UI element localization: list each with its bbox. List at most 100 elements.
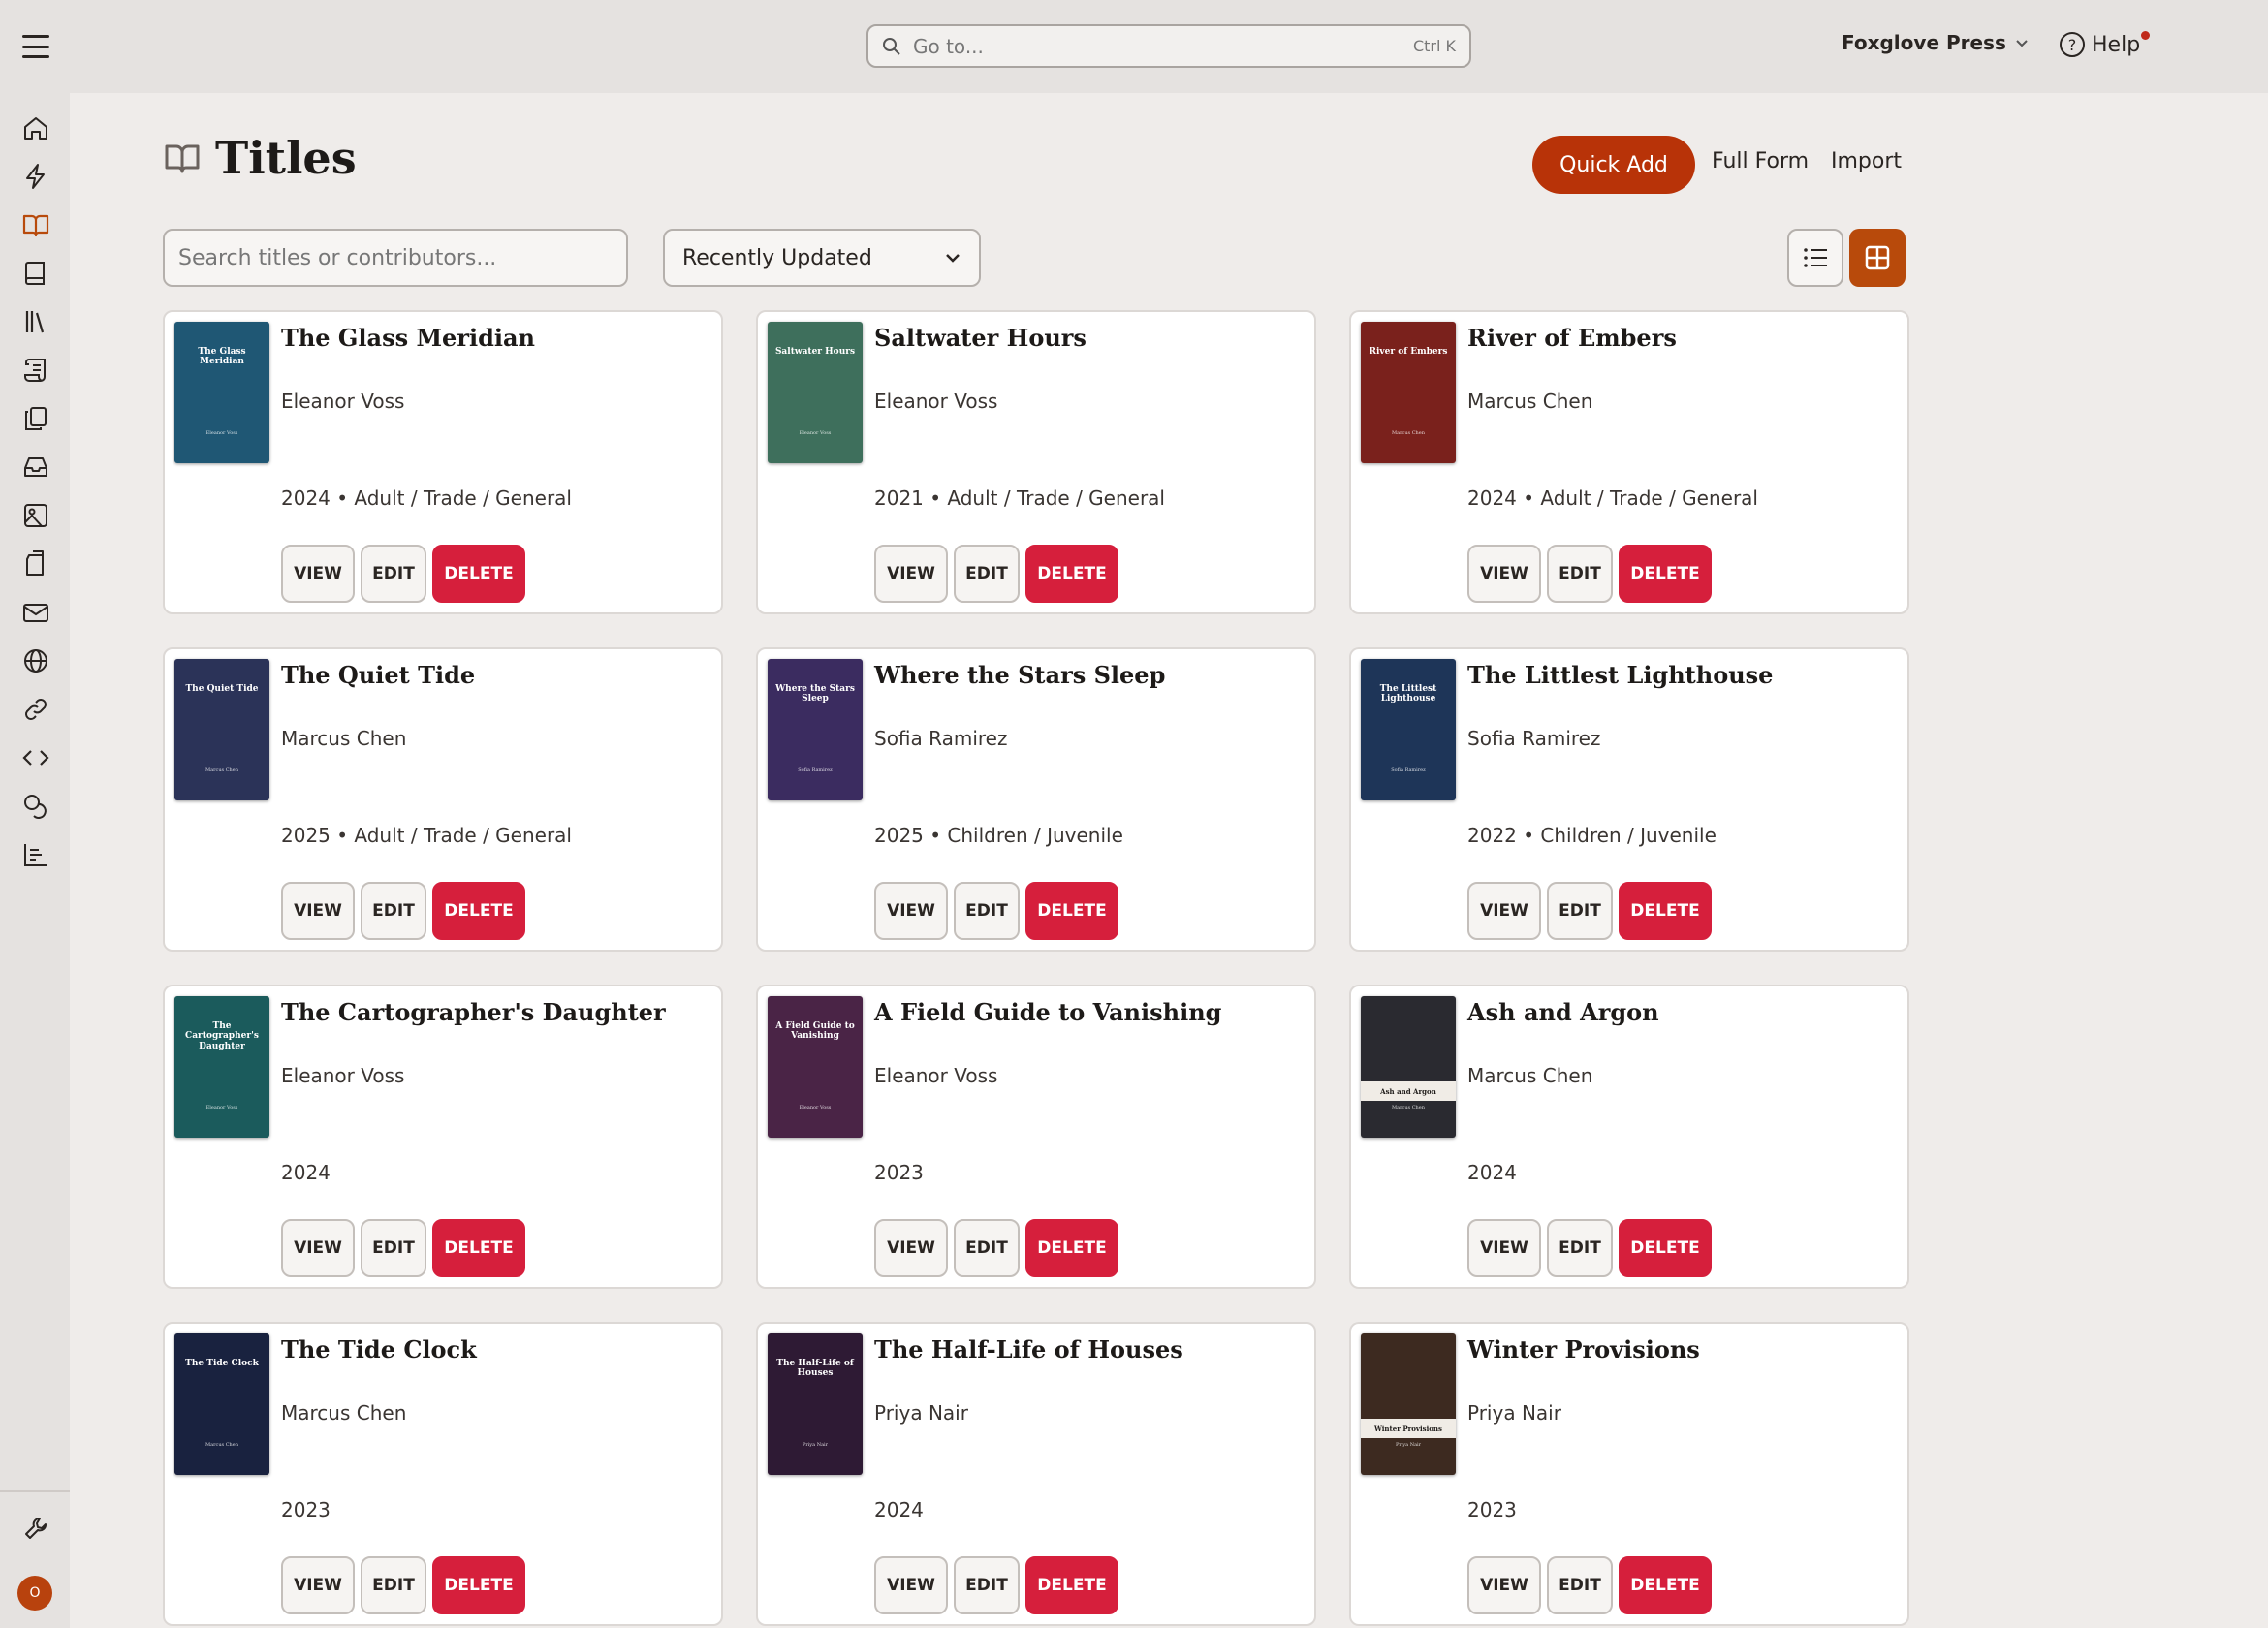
book-cover[interactable]: The Quiet Tide Marcus Chen: [174, 659, 269, 800]
org-switcher[interactable]: Foxglove Press: [1842, 31, 2030, 54]
sidebar: O: [0, 93, 70, 1628]
edit-button[interactable]: EDIT: [954, 1219, 1020, 1277]
card-title[interactable]: The Half-Life of Houses: [874, 1335, 1183, 1363]
card-title[interactable]: Winter Provisions: [1467, 1335, 1700, 1363]
view-button[interactable]: VIEW: [281, 1219, 355, 1277]
export-icon[interactable]: [21, 549, 50, 579]
delete-button[interactable]: DELETE: [1025, 882, 1118, 940]
book-cover[interactable]: River of Embers Marcus Chen: [1361, 322, 1456, 463]
bolt-icon[interactable]: [21, 162, 50, 191]
delete-button[interactable]: DELETE: [1025, 1219, 1118, 1277]
edit-button[interactable]: EDIT: [1547, 1219, 1613, 1277]
globe-icon[interactable]: [21, 646, 50, 675]
view-button[interactable]: VIEW: [281, 882, 355, 940]
edit-button[interactable]: EDIT: [361, 1219, 426, 1277]
book-cover[interactable]: A Field Guide to Vanishing Eleanor Voss: [768, 996, 863, 1138]
full-form-link[interactable]: Full Form: [1712, 149, 1809, 173]
copy-icon[interactable]: [21, 404, 50, 433]
edit-button[interactable]: EDIT: [1547, 882, 1613, 940]
library-icon[interactable]: [21, 307, 50, 336]
import-link[interactable]: Import: [1831, 149, 1902, 173]
page-header: Titles: [163, 132, 357, 184]
goto-search-input[interactable]: Go to... Ctrl K: [866, 24, 1471, 68]
grid-view-toggle[interactable]: [1849, 229, 1906, 287]
avatar[interactable]: O: [17, 1576, 52, 1611]
card-title[interactable]: Ash and Argon: [1467, 998, 1659, 1026]
card-title[interactable]: River of Embers: [1467, 324, 1677, 352]
cover-author: Marcus Chen: [205, 767, 238, 773]
cover-title: Winter Provisions: [1361, 1419, 1456, 1438]
book-cover[interactable]: Where the Stars Sleep Sofia Ramirez: [768, 659, 863, 800]
view-button[interactable]: VIEW: [1467, 1219, 1541, 1277]
help-button[interactable]: ? Help: [2059, 31, 2151, 58]
book-open-icon[interactable]: [21, 210, 50, 239]
view-button[interactable]: VIEW: [874, 1219, 948, 1277]
link-icon[interactable]: [21, 695, 50, 724]
chart-icon[interactable]: [21, 840, 50, 869]
inbox-icon[interactable]: [21, 453, 50, 482]
delete-button[interactable]: DELETE: [1025, 545, 1118, 603]
delete-button[interactable]: DELETE: [1025, 1556, 1118, 1614]
delete-button[interactable]: DELETE: [432, 545, 525, 603]
quick-add-button[interactable]: Quick Add: [1532, 136, 1695, 194]
delete-button[interactable]: DELETE: [1619, 1556, 1712, 1614]
coins-icon[interactable]: [21, 792, 50, 821]
edit-button[interactable]: EDIT: [954, 882, 1020, 940]
view-button[interactable]: VIEW: [1467, 882, 1541, 940]
view-button[interactable]: VIEW: [874, 545, 948, 603]
edit-button[interactable]: EDIT: [361, 545, 426, 603]
wrench-icon[interactable]: [21, 1514, 50, 1543]
book-cover[interactable]: Saltwater Hours Eleanor Voss: [768, 322, 863, 463]
book-cover[interactable]: The Half-Life of Houses Priya Nair: [768, 1333, 863, 1475]
edit-button[interactable]: EDIT: [361, 882, 426, 940]
book-cover[interactable]: The Glass Meridian Eleanor Voss: [174, 322, 269, 463]
card-title[interactable]: Saltwater Hours: [874, 324, 1087, 352]
card-title[interactable]: A Field Guide to Vanishing: [874, 998, 1221, 1026]
view-button[interactable]: VIEW: [874, 1556, 948, 1614]
edit-button[interactable]: EDIT: [1547, 1556, 1613, 1614]
book-cover[interactable]: The Cartographer's Daughter Eleanor Voss: [174, 996, 269, 1138]
view-button[interactable]: VIEW: [281, 545, 355, 603]
delete-button[interactable]: DELETE: [432, 882, 525, 940]
book-cover[interactable]: Ash and Argon Marcus Chen: [1361, 996, 1456, 1138]
edit-button[interactable]: EDIT: [954, 545, 1020, 603]
list-view-toggle[interactable]: [1787, 229, 1843, 287]
code-icon[interactable]: [21, 743, 50, 772]
title-card: The Cartographer's Daughter Eleanor Voss…: [163, 985, 723, 1289]
card-title[interactable]: The Quiet Tide: [281, 661, 475, 689]
cover-title: The Quiet Tide: [185, 684, 259, 694]
delete-button[interactable]: DELETE: [432, 1556, 525, 1614]
edit-button[interactable]: EDIT: [1547, 545, 1613, 603]
sort-select[interactable]: Recently Updated: [663, 229, 981, 287]
view-button[interactable]: VIEW: [281, 1556, 355, 1614]
delete-button[interactable]: DELETE: [1619, 1219, 1712, 1277]
svg-text:?: ?: [2068, 36, 2077, 54]
card-title[interactable]: The Littlest Lighthouse: [1467, 661, 1773, 689]
view-button[interactable]: VIEW: [1467, 1556, 1541, 1614]
cover-title: The Tide Clock: [185, 1359, 259, 1368]
scroll-icon[interactable]: [21, 356, 50, 385]
image-icon[interactable]: [21, 501, 50, 530]
delete-button[interactable]: DELETE: [1619, 545, 1712, 603]
hamburger-menu-icon[interactable]: [17, 29, 54, 64]
home-icon[interactable]: [21, 113, 50, 142]
card-title[interactable]: The Cartographer's Daughter: [281, 998, 666, 1026]
help-label: Help: [2092, 32, 2141, 57]
card-title[interactable]: The Tide Clock: [281, 1335, 477, 1363]
delete-button[interactable]: DELETE: [432, 1219, 525, 1277]
title-search-input[interactable]: Search titles or contributors...: [163, 229, 628, 287]
edit-button[interactable]: EDIT: [954, 1556, 1020, 1614]
book-cover[interactable]: The Littlest Lighthouse Sofia Ramirez: [1361, 659, 1456, 800]
card-title[interactable]: The Glass Meridian: [281, 324, 535, 352]
card-title[interactable]: Where the Stars Sleep: [874, 661, 1165, 689]
delete-button[interactable]: DELETE: [1619, 882, 1712, 940]
view-button[interactable]: VIEW: [874, 882, 948, 940]
cover-author: Eleanor Voss: [205, 1105, 238, 1111]
cover-title: The Glass Meridian: [198, 347, 246, 367]
mail-icon[interactable]: [21, 598, 50, 627]
edit-button[interactable]: EDIT: [361, 1556, 426, 1614]
book-cover[interactable]: Winter Provisions Priya Nair: [1361, 1333, 1456, 1475]
book-icon[interactable]: [21, 259, 50, 288]
view-button[interactable]: VIEW: [1467, 545, 1541, 603]
book-cover[interactable]: The Tide Clock Marcus Chen: [174, 1333, 269, 1475]
